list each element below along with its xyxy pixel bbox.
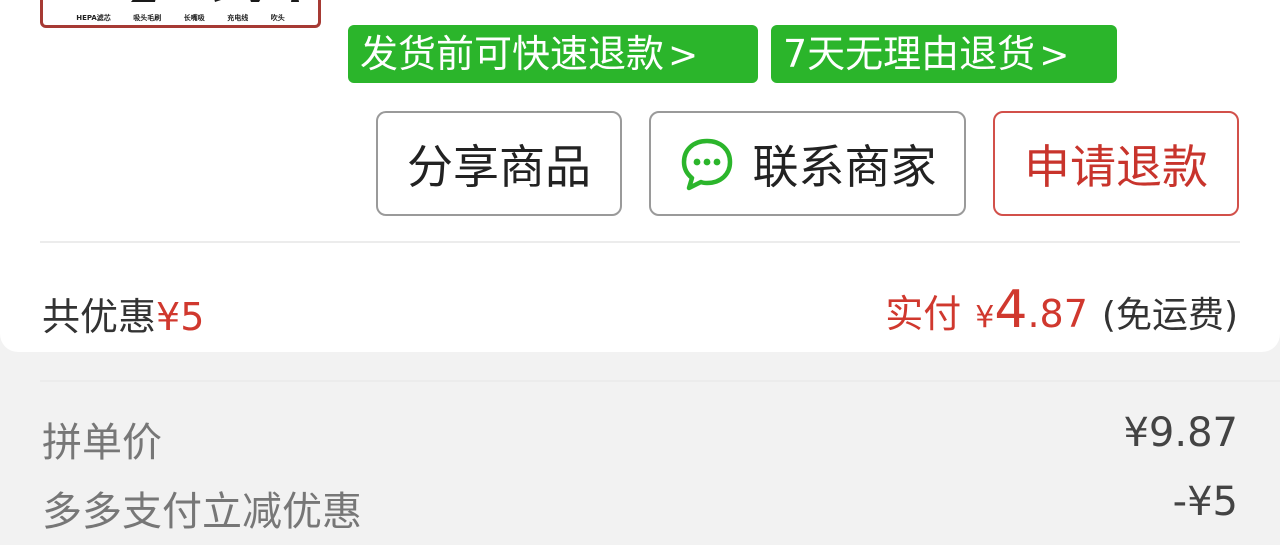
thumbnail-caption: HEPA滤芯 [76, 14, 111, 22]
paid-integer: 4 [994, 280, 1028, 340]
share-product-button[interactable]: 分享商品 [376, 111, 622, 216]
seven-day-return-label: 7天无理由退货 [783, 32, 1036, 76]
thumbnail-caption: 充电线 [227, 14, 249, 22]
thumbnail-caption: 吹头 [270, 14, 285, 22]
discount-amount: ¥5 [156, 295, 205, 339]
product-thumbnail[interactable]: HEPA滤芯 吸头毛刷 长嘴吸 充电线 吹头 [40, 0, 321, 28]
payment-discount-row: 多多支付立减优惠 -¥5 [42, 479, 1238, 537]
contact-merchant-label: 联系商家 [752, 139, 937, 194]
group-price-row: 拼单价 ¥9.87 [42, 410, 1238, 468]
seven-day-return-tag[interactable]: 7天无理由退货 > [771, 25, 1117, 83]
chevron-right-icon: > [668, 35, 699, 76]
paid-decimal: .87 [1027, 292, 1088, 336]
paid-amount: 实付 ¥ 4 .87 (免运费) [885, 280, 1238, 340]
product-parts-image [131, 0, 299, 2]
shipping-note: (免运费) [1101, 295, 1238, 336]
apply-refund-button[interactable]: 申请退款 [993, 111, 1239, 216]
apply-refund-label: 申请退款 [1024, 139, 1208, 194]
fast-refund-tag[interactable]: 发货前可快速退款 > [348, 25, 758, 83]
chevron-right-icon: > [1039, 35, 1070, 76]
paid-currency: ¥ [975, 300, 995, 335]
paid-label: 实付 [885, 292, 962, 336]
fast-refund-label: 发货前可快速退款 [360, 32, 665, 76]
payment-discount-label: 多多支付立减优惠 [42, 489, 362, 535]
discount-label: 共优惠 [42, 295, 157, 339]
group-price-label: 拼单价 [42, 420, 162, 466]
chat-bubble-icon [681, 138, 732, 190]
order-card: HEPA滤芯 吸头毛刷 长嘴吸 充电线 吹头 发货前可快速退款 > 7天无理由退货… [0, 0, 1280, 352]
details-divider [40, 380, 1280, 382]
thumbnail-caption: 长嘴吸 [183, 14, 205, 22]
section-divider [40, 241, 1240, 243]
total-discount: 共优惠¥5 [42, 286, 204, 341]
payment-discount-value: -¥5 [1172, 479, 1238, 525]
share-product-label: 分享商品 [407, 139, 591, 194]
group-price-value: ¥9.87 [1123, 410, 1238, 456]
thumbnail-caption: 吸头毛刷 [133, 14, 162, 22]
contact-merchant-button[interactable]: 联系商家 [649, 111, 966, 216]
